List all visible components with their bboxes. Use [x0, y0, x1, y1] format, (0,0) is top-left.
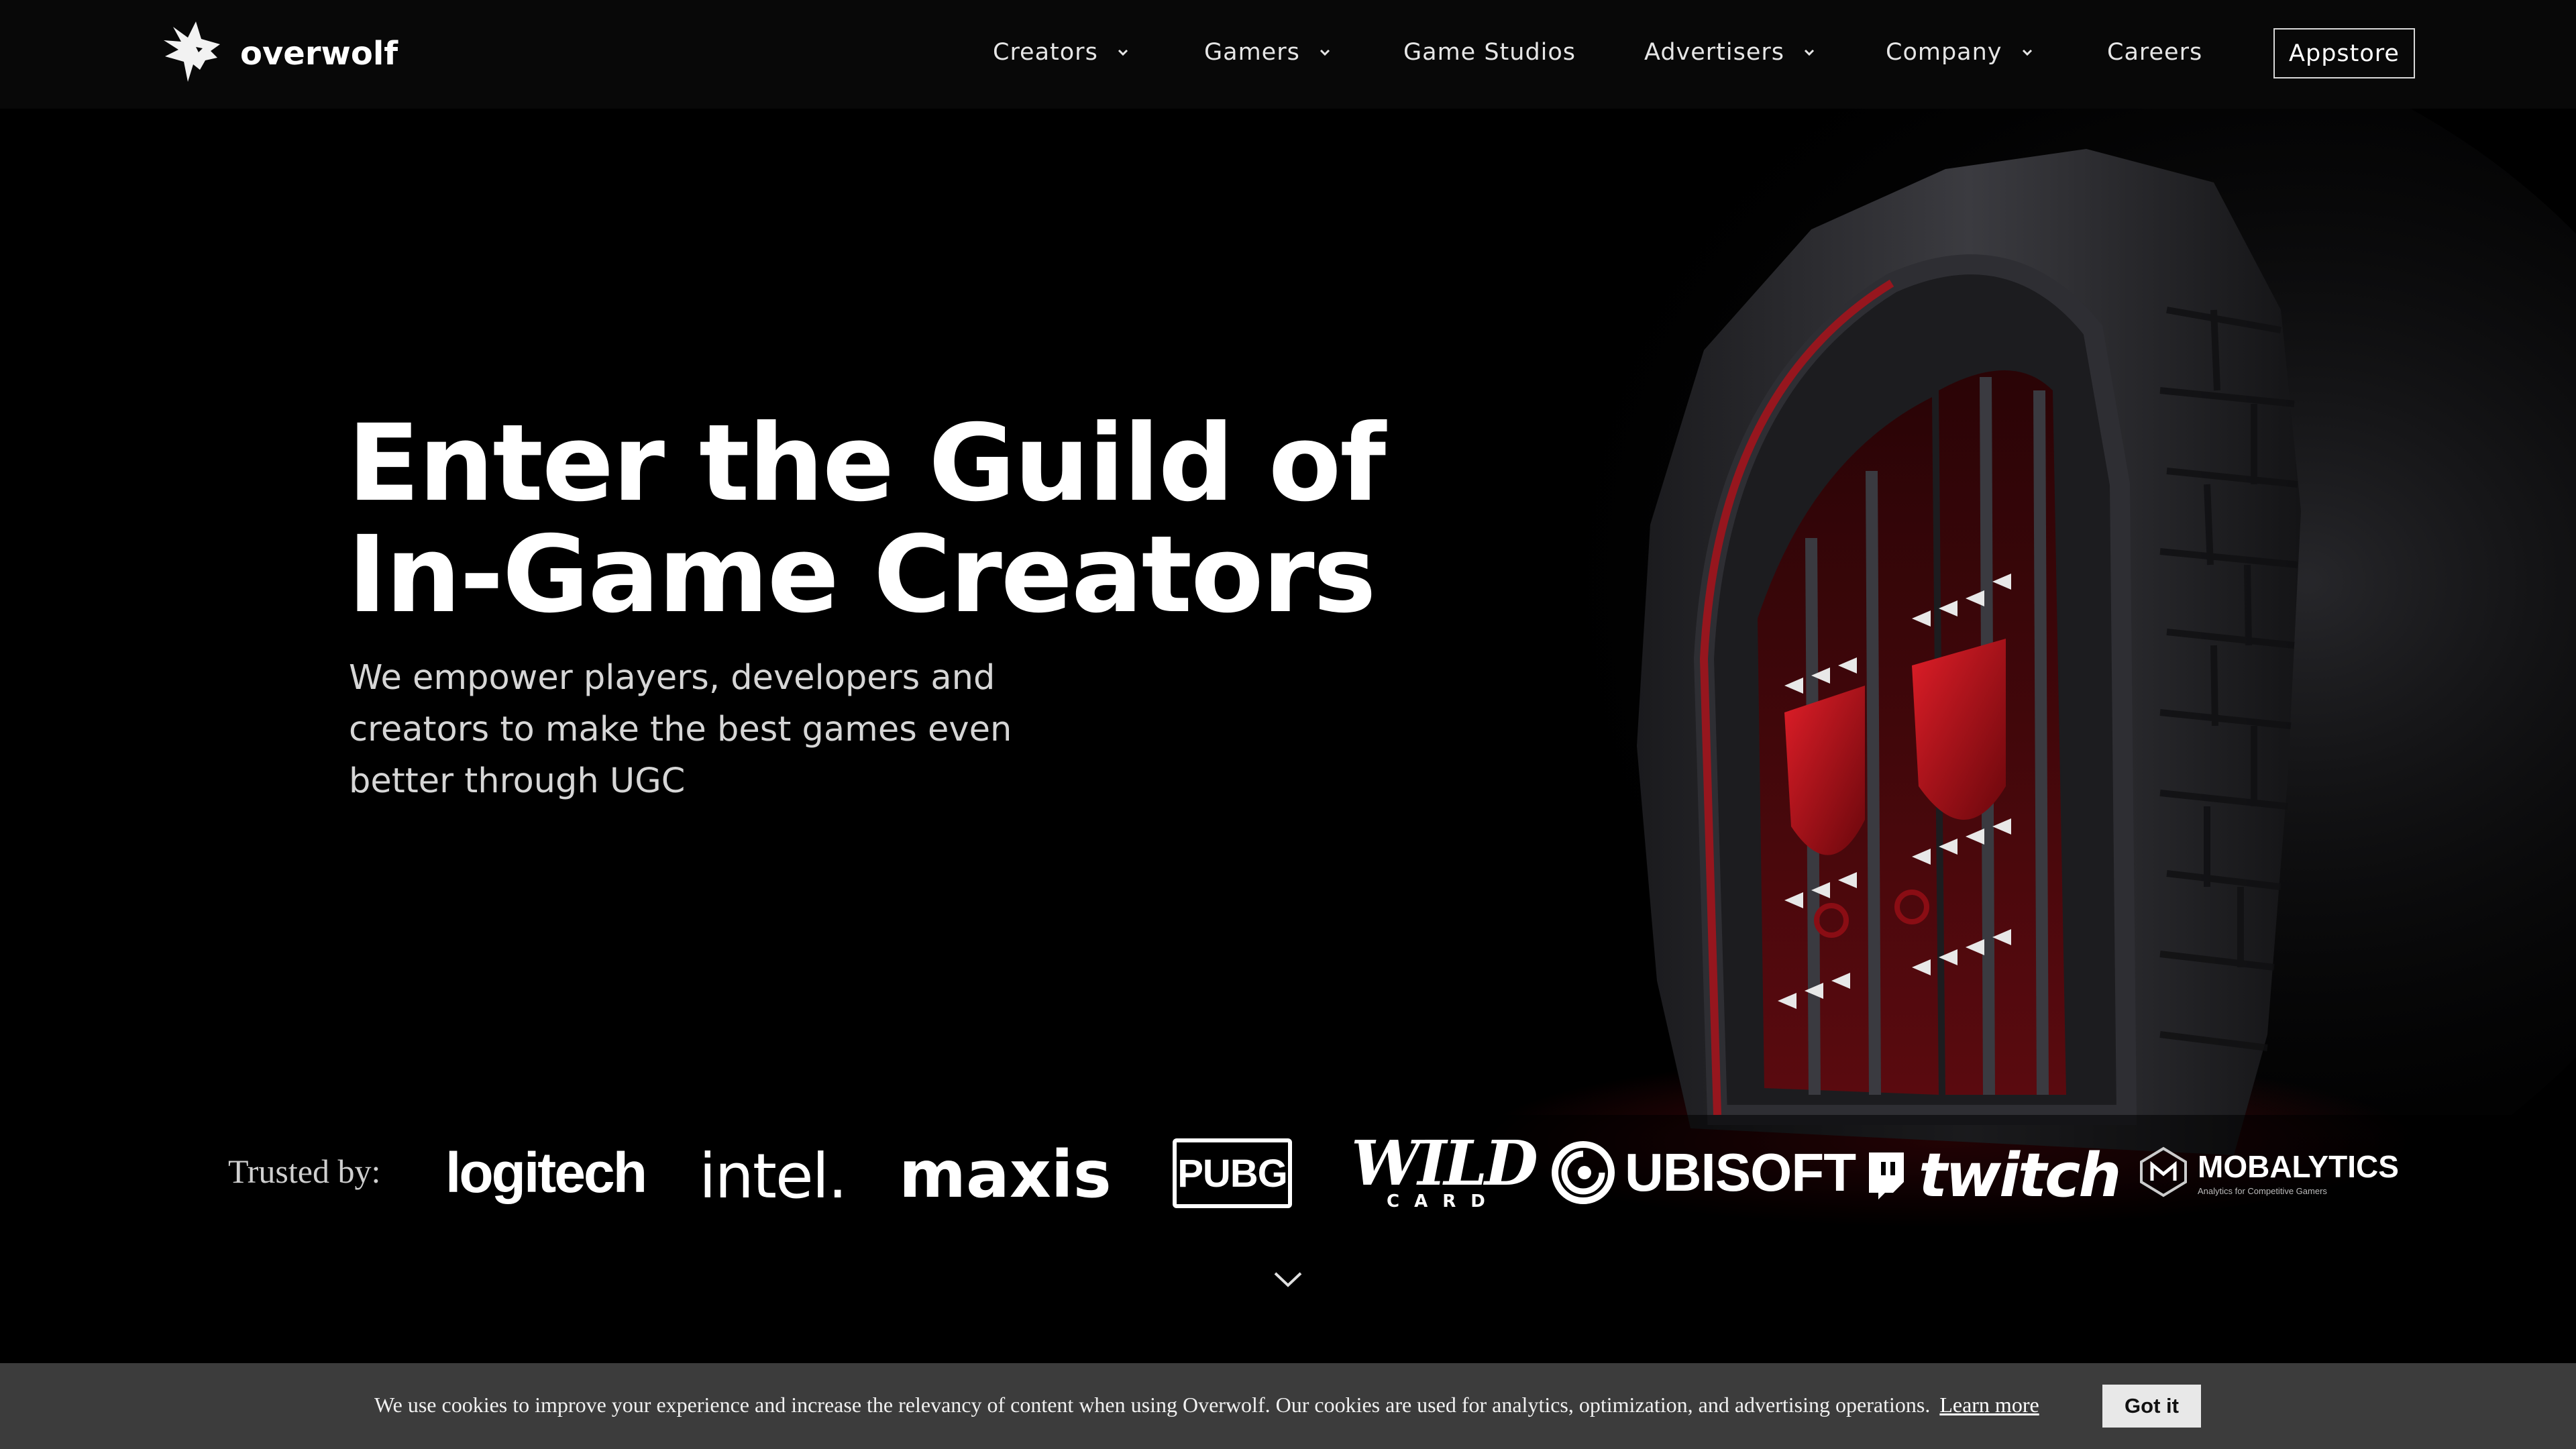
hero-headline-line2: In-Game Creators: [347, 513, 1377, 637]
cookie-message-text: We use cookies to improve your experienc…: [374, 1393, 1931, 1417]
wildcard-logo-top: WILD: [1351, 1127, 1538, 1199]
ubisoft-swirl-icon: [1552, 1141, 1615, 1204]
logitech-logo: logitech: [445, 1141, 647, 1204]
nav-gamers-label: Gamers: [1204, 39, 1300, 66]
nav-careers-label: Careers: [2107, 39, 2203, 66]
mobalytics-logo: MOBALYTICS Analytics for Competitive Gam…: [2137, 1146, 2399, 1198]
pubg-logo: PUBG: [1173, 1138, 1292, 1208]
wolf-head-icon: [164, 21, 220, 82]
chevron-down-icon: [1118, 49, 1128, 56]
cookie-accept-button[interactable]: Got it: [2102, 1385, 2201, 1428]
chevron-down-icon: [1320, 49, 1330, 56]
chevron-down-icon: [1804, 49, 1815, 56]
hero-sub-line3: better through UGC: [349, 761, 686, 801]
mobalytics-tagline: Analytics for Competitive Gamers: [2198, 1185, 2327, 1196]
hero-sub-line2: creators to make the best games even: [349, 710, 1012, 749]
top-nav: overwolf Creators Gamers Game Studios Ad…: [0, 0, 2576, 109]
hero-sub-line1: We empower players, developers and: [349, 658, 996, 698]
nav-advertisers-label: Advertisers: [1644, 39, 1785, 66]
appstore-button[interactable]: Appstore: [2273, 28, 2415, 78]
cookie-banner: We use cookies to improve your experienc…: [0, 1363, 2576, 1449]
page: overwolf Creators Gamers Game Studios Ad…: [0, 0, 2576, 1449]
cookie-message: We use cookies to improve your experienc…: [374, 1393, 2039, 1417]
nav-company-label: Company: [1886, 39, 2002, 66]
nav-company[interactable]: Company: [1886, 34, 2033, 71]
nav-gamers[interactable]: Gamers: [1204, 34, 1331, 71]
nav-game-studios-label: Game Studios: [1403, 39, 1576, 66]
nav-creators[interactable]: Creators: [993, 34, 1129, 71]
nav-advertisers[interactable]: Advertisers: [1644, 34, 1815, 71]
chevron-down-icon: [2022, 49, 2032, 56]
brand-name: overwolf: [240, 35, 398, 72]
ubisoft-logo-text: UBISOFT: [1625, 1142, 1856, 1202]
ubisoft-logo: UBISOFT: [1551, 1140, 1856, 1205]
twitch-glitch-icon: [1869, 1152, 1904, 1199]
hero-headline: Enter the Guild of In-Game Creators: [347, 402, 1386, 637]
nav-game-studios[interactable]: Game Studios: [1403, 34, 1576, 71]
hero-subheadline: We empower players, developers and creat…: [349, 652, 1033, 807]
overwolf-logo[interactable]: overwolf: [161, 17, 398, 90]
hero-headline-line1: Enter the Guild of: [347, 402, 1386, 525]
scroll-down-chevron-icon[interactable]: [1273, 1269, 1303, 1289]
nav-creators-label: Creators: [993, 39, 1098, 66]
wildcard-logo: WILD CARD: [1351, 1127, 1538, 1212]
twitch-logo-text: twitch: [1919, 1140, 2121, 1211]
mobalytics-text: MOBALYTICS Analytics for Competitive Gam…: [2198, 1148, 2399, 1196]
mobalytics-emblem-icon: [2140, 1146, 2187, 1197]
trusted-by-label: Trusted by:: [228, 1152, 381, 1190]
twitch-logo: twitch: [1865, 1140, 2121, 1211]
cookie-learn-more-link[interactable]: Learn more: [1939, 1393, 2039, 1417]
maxis-logo: maxis: [899, 1137, 1112, 1212]
wildcard-logo-bottom: CARD: [1387, 1191, 1500, 1212]
intel-logo: intel.: [699, 1140, 847, 1212]
mobalytics-name: MOBALYTICS: [2198, 1148, 2399, 1184]
nav-careers[interactable]: Careers: [2107, 34, 2202, 71]
